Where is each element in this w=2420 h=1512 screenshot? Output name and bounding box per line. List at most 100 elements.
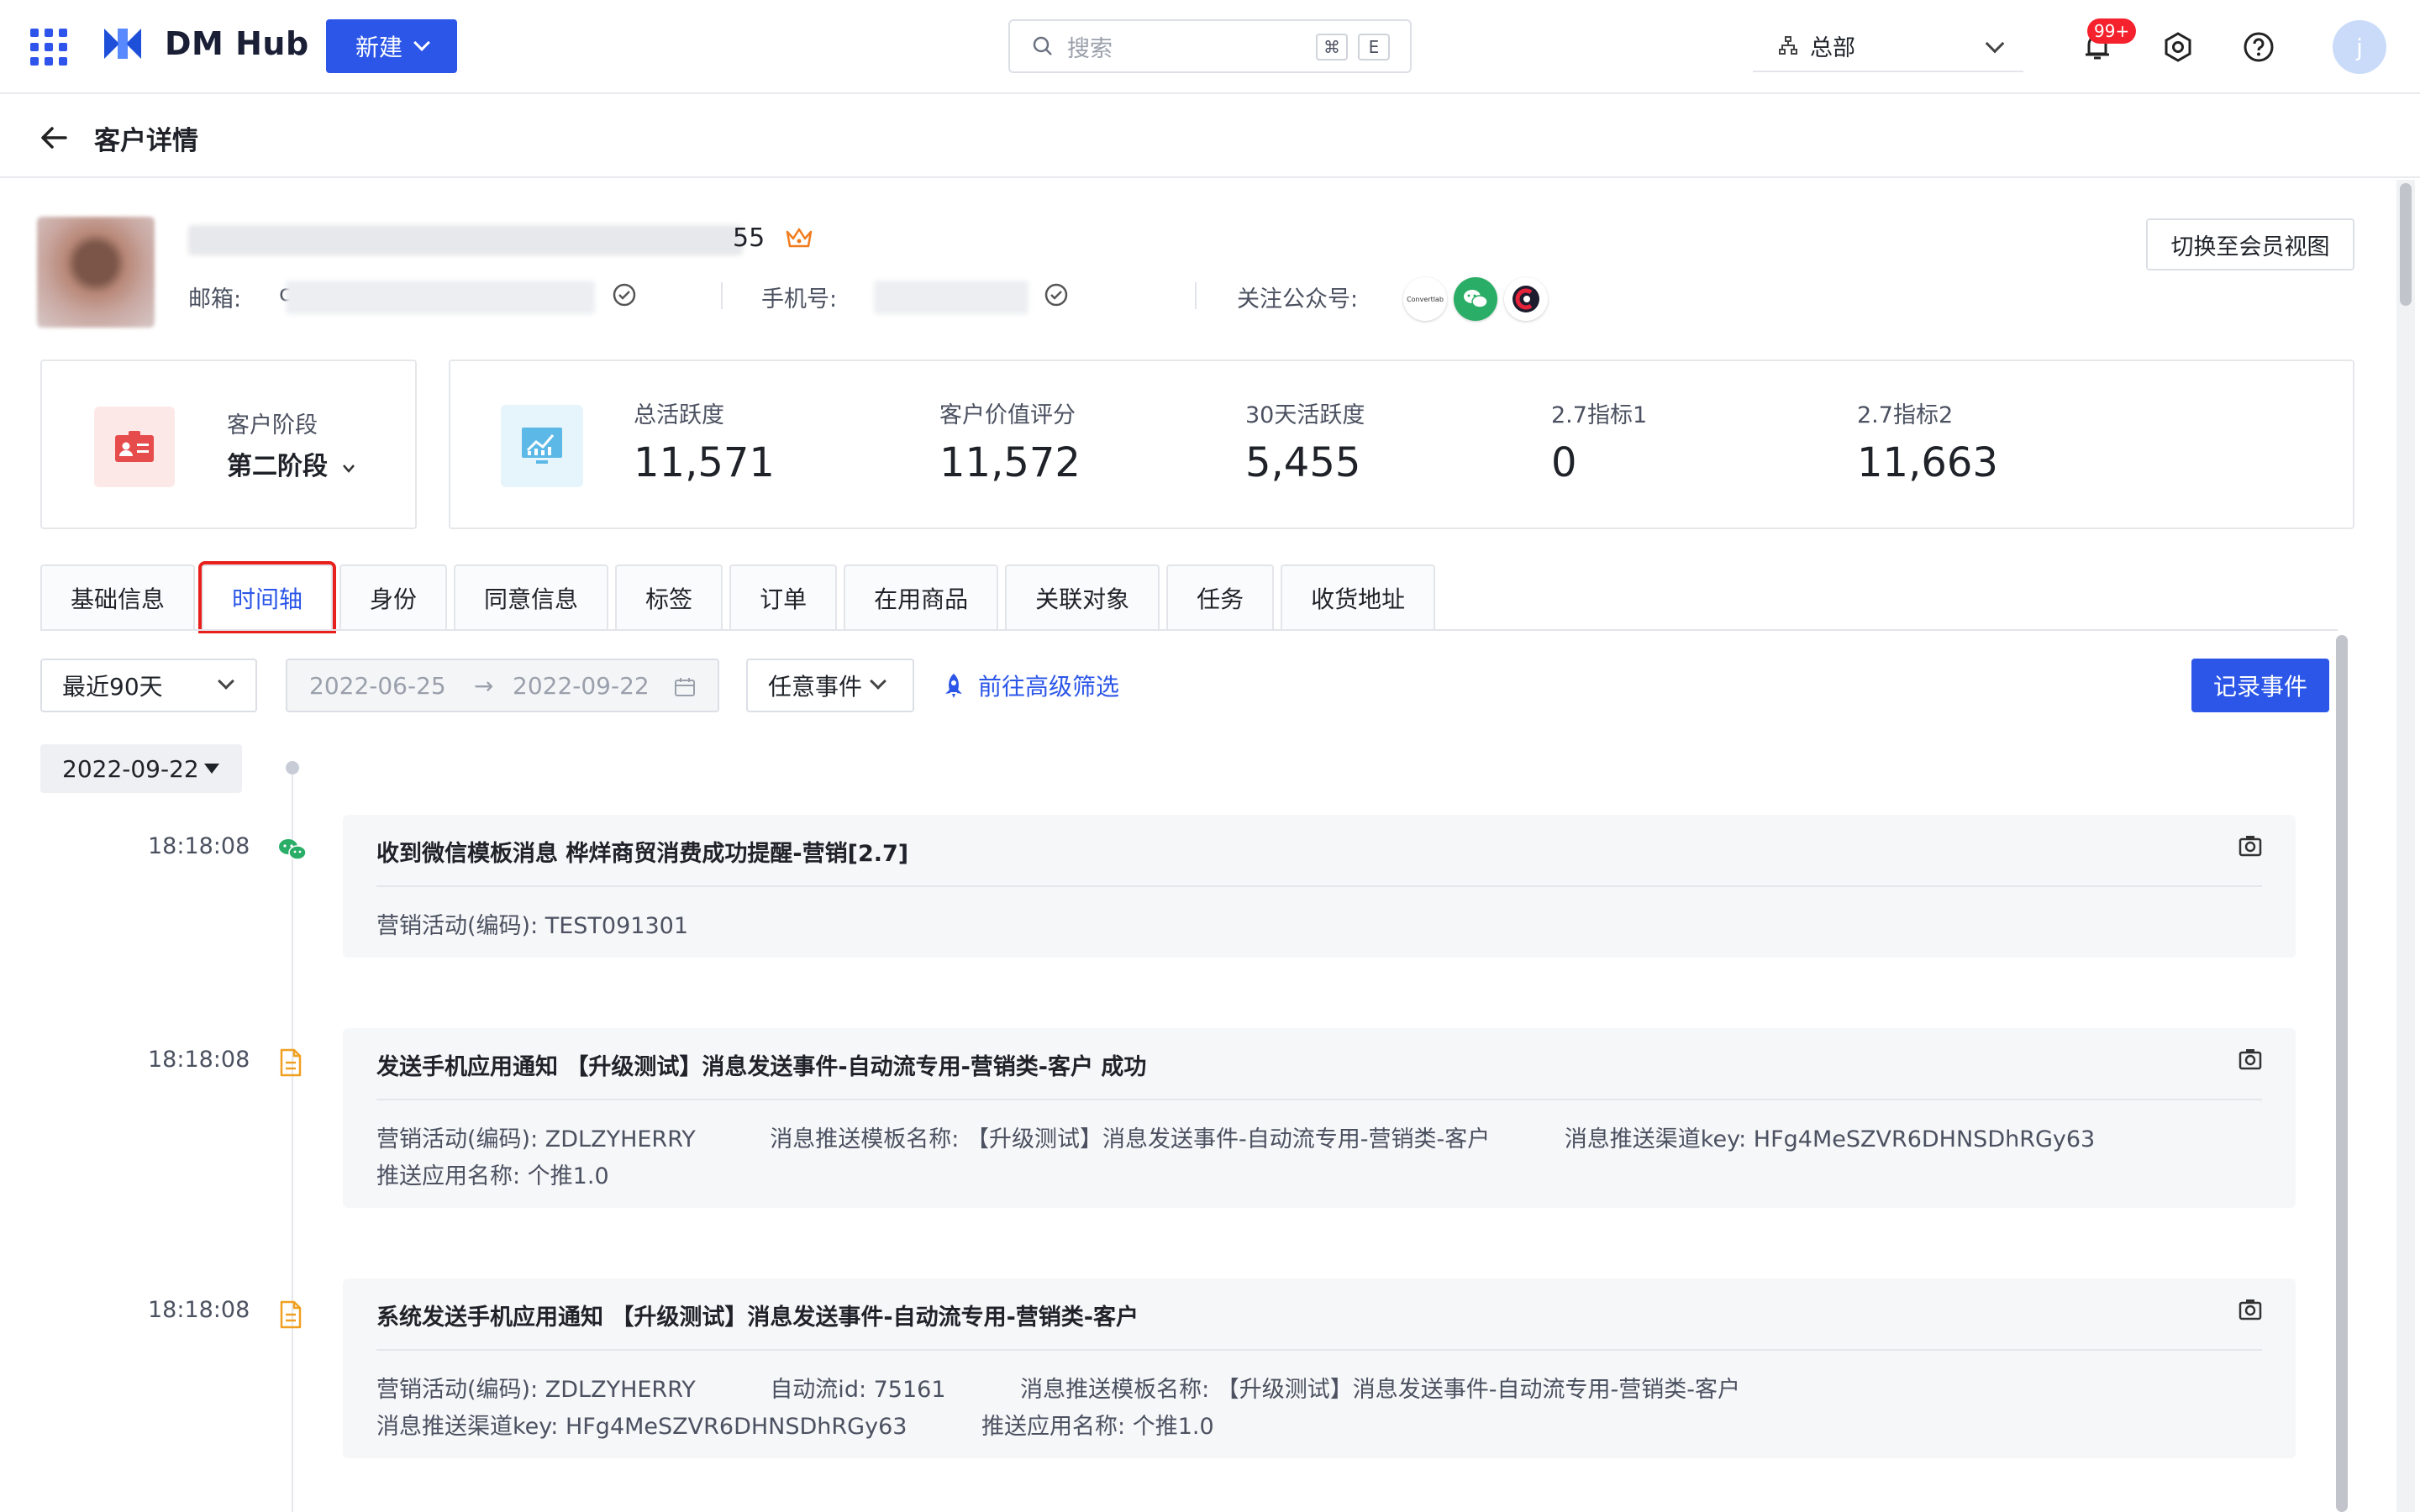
user-avatar[interactable]: j <box>2333 20 2386 74</box>
tab-orders[interactable]: 订单 <box>729 564 838 630</box>
event-divider <box>376 885 2262 887</box>
brand-name: DM Hub <box>165 25 309 62</box>
event-detail: 消息推送渠道key: HFg4MeSZVR6DHNSDhRGy63 <box>376 1414 908 1440</box>
date-end: 2022-09-22 <box>513 672 650 700</box>
caret-down-icon <box>203 764 219 774</box>
event-divider <box>376 1349 2262 1351</box>
event-time: 18:18:08 <box>148 1297 250 1323</box>
tab-consent[interactable]: 同意信息 <box>454 564 609 630</box>
event-time: 18:18:08 <box>148 833 250 859</box>
event-detail: 消息推送模板名称: 【升级测试】消息发送事件-自动流专用-营销类-客户 <box>770 1126 1491 1152</box>
wechat-icon <box>279 839 307 860</box>
event-detail: 消息推送渠道key: HFg4MeSZVR6DHNSDhRGy63 <box>1564 1126 2096 1152</box>
wechat-account-icon[interactable] <box>1454 277 1497 321</box>
divider <box>1195 282 1197 309</box>
crown-icon <box>786 228 813 248</box>
document-icon <box>280 1048 302 1077</box>
chevron-down-icon <box>343 465 355 473</box>
metric-indicator-1: 2.7指标1 0 <box>1551 396 1647 486</box>
timeline-scrollbar-thumb[interactable] <box>2336 635 2348 1512</box>
new-button[interactable]: 新建 <box>326 19 457 73</box>
event-detail: 消息推送模板名称: 【升级测试】消息发送事件-自动流专用-营销类-客户 <box>1020 1377 1741 1403</box>
metric-value: 11,571 <box>634 439 775 486</box>
snapshot-camera-icon[interactable] <box>2238 1048 2262 1070</box>
period-select[interactable]: 最近90天 <box>40 659 257 712</box>
snapshot-camera-icon[interactable] <box>2238 1299 2262 1320</box>
org-selector[interactable]: 总部 <box>1753 20 2023 72</box>
advanced-filter-label: 前往高级筛选 <box>978 673 1120 701</box>
id-card-icon <box>94 407 175 487</box>
metric-indicator-2: 2.7指标2 11,663 <box>1857 396 1998 486</box>
metrics-card: 总活跃度 11,571 客户价值评分 11,572 30天活跃度 5,455 2… <box>449 360 2354 529</box>
event-detail-row: 营销活动(编码): TEST091301 <box>376 907 755 940</box>
search-icon <box>1033 36 1052 55</box>
chevron-down-icon <box>413 34 430 51</box>
chevron-down-icon <box>218 673 234 690</box>
tab-shipping-address[interactable]: 收货地址 <box>1281 564 1436 630</box>
event-type-select[interactable]: 任意事件 <box>746 659 914 712</box>
email-value-redacted <box>286 281 595 314</box>
metric-label: 2.7指标2 <box>1857 402 1954 428</box>
stage-value: 第二阶段 <box>227 452 328 481</box>
c-brand-account-icon[interactable] <box>1504 277 1548 321</box>
stage-dropdown[interactable]: 第二阶段 <box>227 445 356 482</box>
event-detail: 营销活动(编码): TEST091301 <box>376 913 688 939</box>
help-icon[interactable] <box>2238 27 2279 67</box>
snapshot-camera-icon[interactable] <box>2238 835 2262 857</box>
page-scrollbar-track[interactable] <box>2396 180 2415 1512</box>
timeline-axis <box>292 769 293 1512</box>
event-detail: 营销活动(编码): ZDLZYHERRY <box>376 1377 696 1403</box>
timeline-date-toggle[interactable]: 2022-09-22 <box>40 744 242 793</box>
metric-30day-activity: 30天活跃度 5,455 <box>1245 396 1365 486</box>
date-arrow: → <box>474 672 494 700</box>
event-detail-row: 营销活动(编码): ZDLZYHERRY 消息推送模板名称: 【升级测试】消息发… <box>376 1121 2162 1153</box>
event-time: 18:18:08 <box>148 1047 250 1073</box>
dm-hub-logo <box>104 29 141 59</box>
convertlab-account-icon[interactable]: Convertlab <box>1403 277 1447 321</box>
calendar-icon <box>675 678 695 696</box>
chart-icon <box>501 405 583 487</box>
customer-photo <box>37 217 155 328</box>
verified-check-icon <box>1044 283 1068 307</box>
date-range-picker[interactable]: 2022-06-25 → 2022-09-22 <box>286 659 719 712</box>
document-icon <box>280 1300 302 1329</box>
event-detail-row: 消息推送渠道key: HFg4MeSZVR6DHNSDhRGy63 推送应用名称… <box>376 1408 1281 1441</box>
app-grid-icon[interactable] <box>30 29 67 66</box>
shortcut-key-e: E <box>1358 34 1390 60</box>
tab-related-objects[interactable]: 关联对象 <box>1005 564 1160 630</box>
chevron-down-icon <box>870 673 886 690</box>
settings-gear-icon[interactable] <box>2158 27 2198 67</box>
record-event-button[interactable]: 记录事件 <box>2191 659 2329 712</box>
chevron-down-icon <box>1985 34 2005 54</box>
phone-value-redacted <box>874 281 1028 314</box>
back-arrow-icon[interactable] <box>37 121 71 155</box>
customer-name-suffix: 55 <box>733 223 765 253</box>
tab-timeline[interactable]: 时间轴 <box>198 561 337 633</box>
metric-value-score: 客户价值评分 11,572 <box>939 396 1081 486</box>
page-header: 客户详情 <box>0 96 2420 178</box>
tab-tasks[interactable]: 任务 <box>1166 564 1275 630</box>
metric-label: 30天活跃度 <box>1245 402 1365 428</box>
tab-identity[interactable]: 身份 <box>339 564 448 630</box>
page-scrollbar-thumb[interactable] <box>2400 183 2412 306</box>
tab-tags[interactable]: 标签 <box>615 564 723 630</box>
detail-tabs: 基础信息 时间轴 身份 同意信息 标签 订单 在用商品 关联对象 任务 收货地址 <box>40 561 1436 633</box>
follow-accounts-label: 关注公众号: <box>1237 286 1359 312</box>
timeline-dot <box>286 761 299 774</box>
metric-label: 客户价值评分 <box>939 402 1076 428</box>
event-title: 收到微信模板消息 桦烊商贸消费成功提醒-营销[2.7] <box>376 841 909 867</box>
timeline-event-card: 发送手机应用通知 【升级测试】消息发送事件-自动流专用-营销类-客户 成功 营销… <box>343 1028 2296 1208</box>
tab-basic-info[interactable]: 基础信息 <box>40 564 196 630</box>
metric-total-activity: 总活跃度 11,571 <box>634 396 775 486</box>
search-input[interactable]: 搜索 ⌘ E <box>1008 19 1412 73</box>
phone-label: 手机号: <box>761 286 838 312</box>
notification-badge: 99+ <box>2087 18 2137 44</box>
top-navbar: DM Hub 新建 搜索 ⌘ E 总部 99+ j <box>0 0 2420 94</box>
event-detail: 自动流id: 75161 <box>770 1377 946 1403</box>
page-title: 客户详情 <box>94 126 198 156</box>
timeline-event-card: 收到微信模板消息 桦烊商贸消费成功提醒-营销[2.7] 营销活动(编码): TE… <box>343 815 2296 958</box>
event-detail-row: 推送应用名称: 个推1.0 <box>376 1158 676 1190</box>
tab-products-in-use[interactable]: 在用商品 <box>844 564 999 630</box>
advanced-filter-link[interactable]: 前往高级筛选 <box>941 669 1119 702</box>
switch-member-view-button[interactable]: 切换至会员视图 <box>2146 218 2354 270</box>
